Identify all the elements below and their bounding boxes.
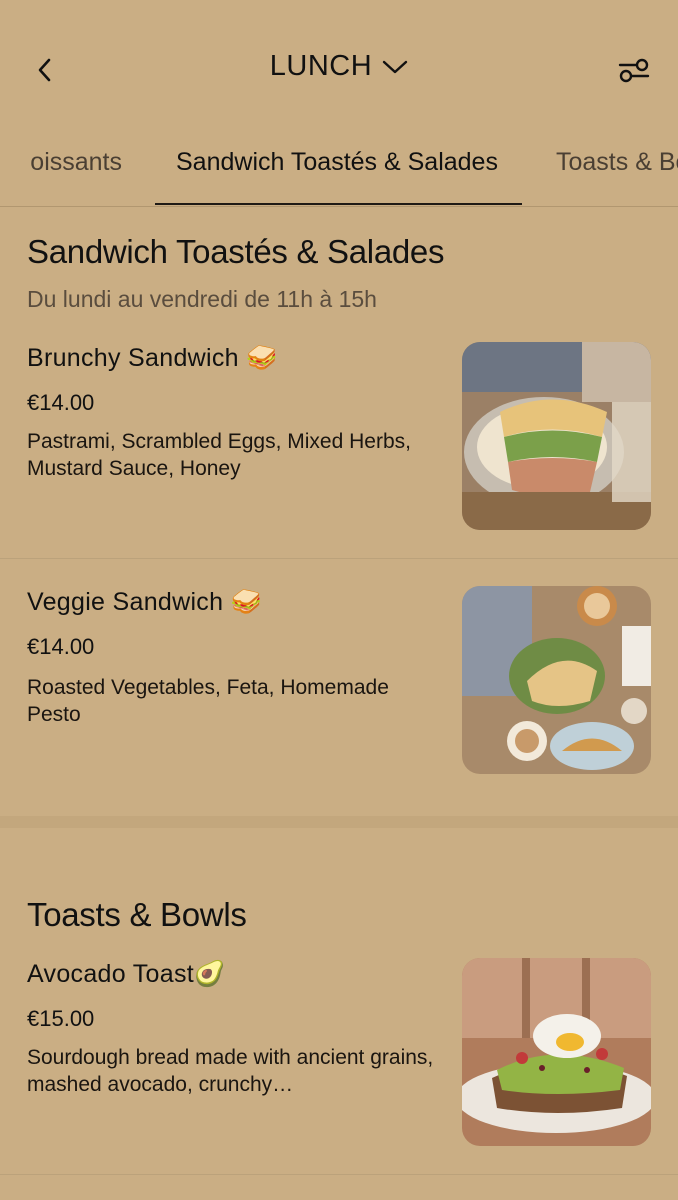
page-title: LUNCH bbox=[269, 50, 373, 82]
menu-selector[interactable]: LUNCH bbox=[0, 50, 678, 83]
item-divider bbox=[0, 1174, 678, 1175]
avocado-toast-photo bbox=[462, 958, 651, 1146]
section-title: Toasts & Bowls bbox=[27, 896, 247, 933]
item-price: €15.00 bbox=[27, 1006, 95, 1031]
item-photo bbox=[462, 342, 651, 530]
item-photo bbox=[462, 586, 651, 774]
tab-toasts-bowls[interactable]: Toasts & Bowls bbox=[556, 148, 678, 177]
chevron-down-icon bbox=[383, 60, 408, 73]
active-tab-indicator bbox=[155, 203, 522, 205]
sliders-icon bbox=[618, 58, 650, 83]
menu-item-veggie-sandwich[interactable]: Veggie Sandwich 🥪 €14.00 Roasted Vegetab… bbox=[0, 574, 678, 814]
app-header: LUNCH bbox=[0, 0, 678, 130]
item-name: Veggie Sandwich 🥪 bbox=[27, 588, 262, 616]
item-photo bbox=[462, 958, 651, 1146]
item-price: €14.00 bbox=[27, 390, 95, 415]
menu-item-avocado-toast[interactable]: Avocado Toast🥑 €15.00 Sourdough bread ma… bbox=[0, 946, 678, 1174]
item-description: Roasted Vegetables, Feta, Homemade Pesto bbox=[27, 676, 389, 726]
section-divider bbox=[0, 816, 678, 828]
filter-button[interactable] bbox=[616, 54, 652, 86]
section-subtitle: Du lundi au vendredi de 11h à 15h bbox=[27, 286, 377, 312]
item-price: €14.00 bbox=[27, 634, 95, 659]
item-name: Brunchy Sandwich 🥪 bbox=[27, 344, 278, 372]
item-description: Pastrami, Scrambled Eggs, Mixed Herbs, M… bbox=[27, 430, 411, 480]
item-description: Sourdough bread made with ancient grains… bbox=[27, 1046, 434, 1096]
sandwich-photo bbox=[462, 342, 651, 530]
item-name: Avocado Toast🥑 bbox=[27, 960, 226, 988]
section-title: Sandwich Toastés & Salades bbox=[27, 233, 445, 270]
category-tabs: Croissants Sandwich Toastés & Salades To… bbox=[0, 130, 678, 207]
item-divider bbox=[0, 558, 678, 559]
veggie-sandwich-photo bbox=[462, 586, 651, 774]
tab-croissants[interactable]: Croissants bbox=[30, 148, 122, 177]
tab-sandwich-toastes-salades[interactable]: Sandwich Toastés & Salades bbox=[176, 148, 498, 177]
menu-item-brunchy-sandwich[interactable]: Brunchy Sandwich 🥪 €14.00 Pastrami, Scra… bbox=[0, 330, 678, 558]
